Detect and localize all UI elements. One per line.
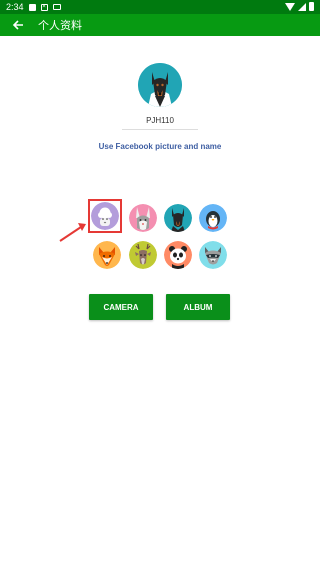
x-notification-icon: × — [40, 3, 48, 11]
camera-button[interactable]: CAMERA — [89, 294, 153, 320]
username-underline — [122, 129, 198, 130]
avatar-option-fox[interactable] — [93, 241, 121, 269]
avatar-option-penguin[interactable] — [199, 204, 227, 232]
use-facebook-link[interactable]: Use Facebook picture and name — [60, 142, 260, 151]
pointer-arrow-icon — [59, 223, 86, 242]
back-arrow-icon[interactable] — [12, 19, 24, 31]
battery-icon — [309, 2, 314, 11]
username-field[interactable]: PJH110 — [100, 116, 220, 125]
page-title: 个人资料 — [38, 20, 82, 32]
avatar-option-panda[interactable] — [164, 241, 192, 269]
profile-avatar[interactable] — [138, 63, 182, 107]
mail-notification-icon — [52, 4, 61, 10]
status-time: 2:34 — [6, 2, 24, 12]
signal-icon — [298, 2, 306, 11]
album-button[interactable]: ALBUM — [166, 294, 230, 320]
app-bar: 个人资料 — [0, 14, 320, 36]
profile-content: PJH110 Use Facebook picture and name CAM… — [0, 36, 320, 568]
avatar-option-deer[interactable] — [129, 241, 157, 269]
avatar-option-raccoon[interactable] — [199, 241, 227, 269]
selected-avatar-highlight — [88, 199, 122, 233]
status-bar: 2:34 × — [0, 0, 320, 14]
avatar-option-rabbit[interactable] — [129, 204, 157, 232]
image-notification-icon — [28, 3, 36, 11]
avatar-option-doberman[interactable] — [164, 204, 192, 232]
wifi-icon — [285, 2, 295, 11]
